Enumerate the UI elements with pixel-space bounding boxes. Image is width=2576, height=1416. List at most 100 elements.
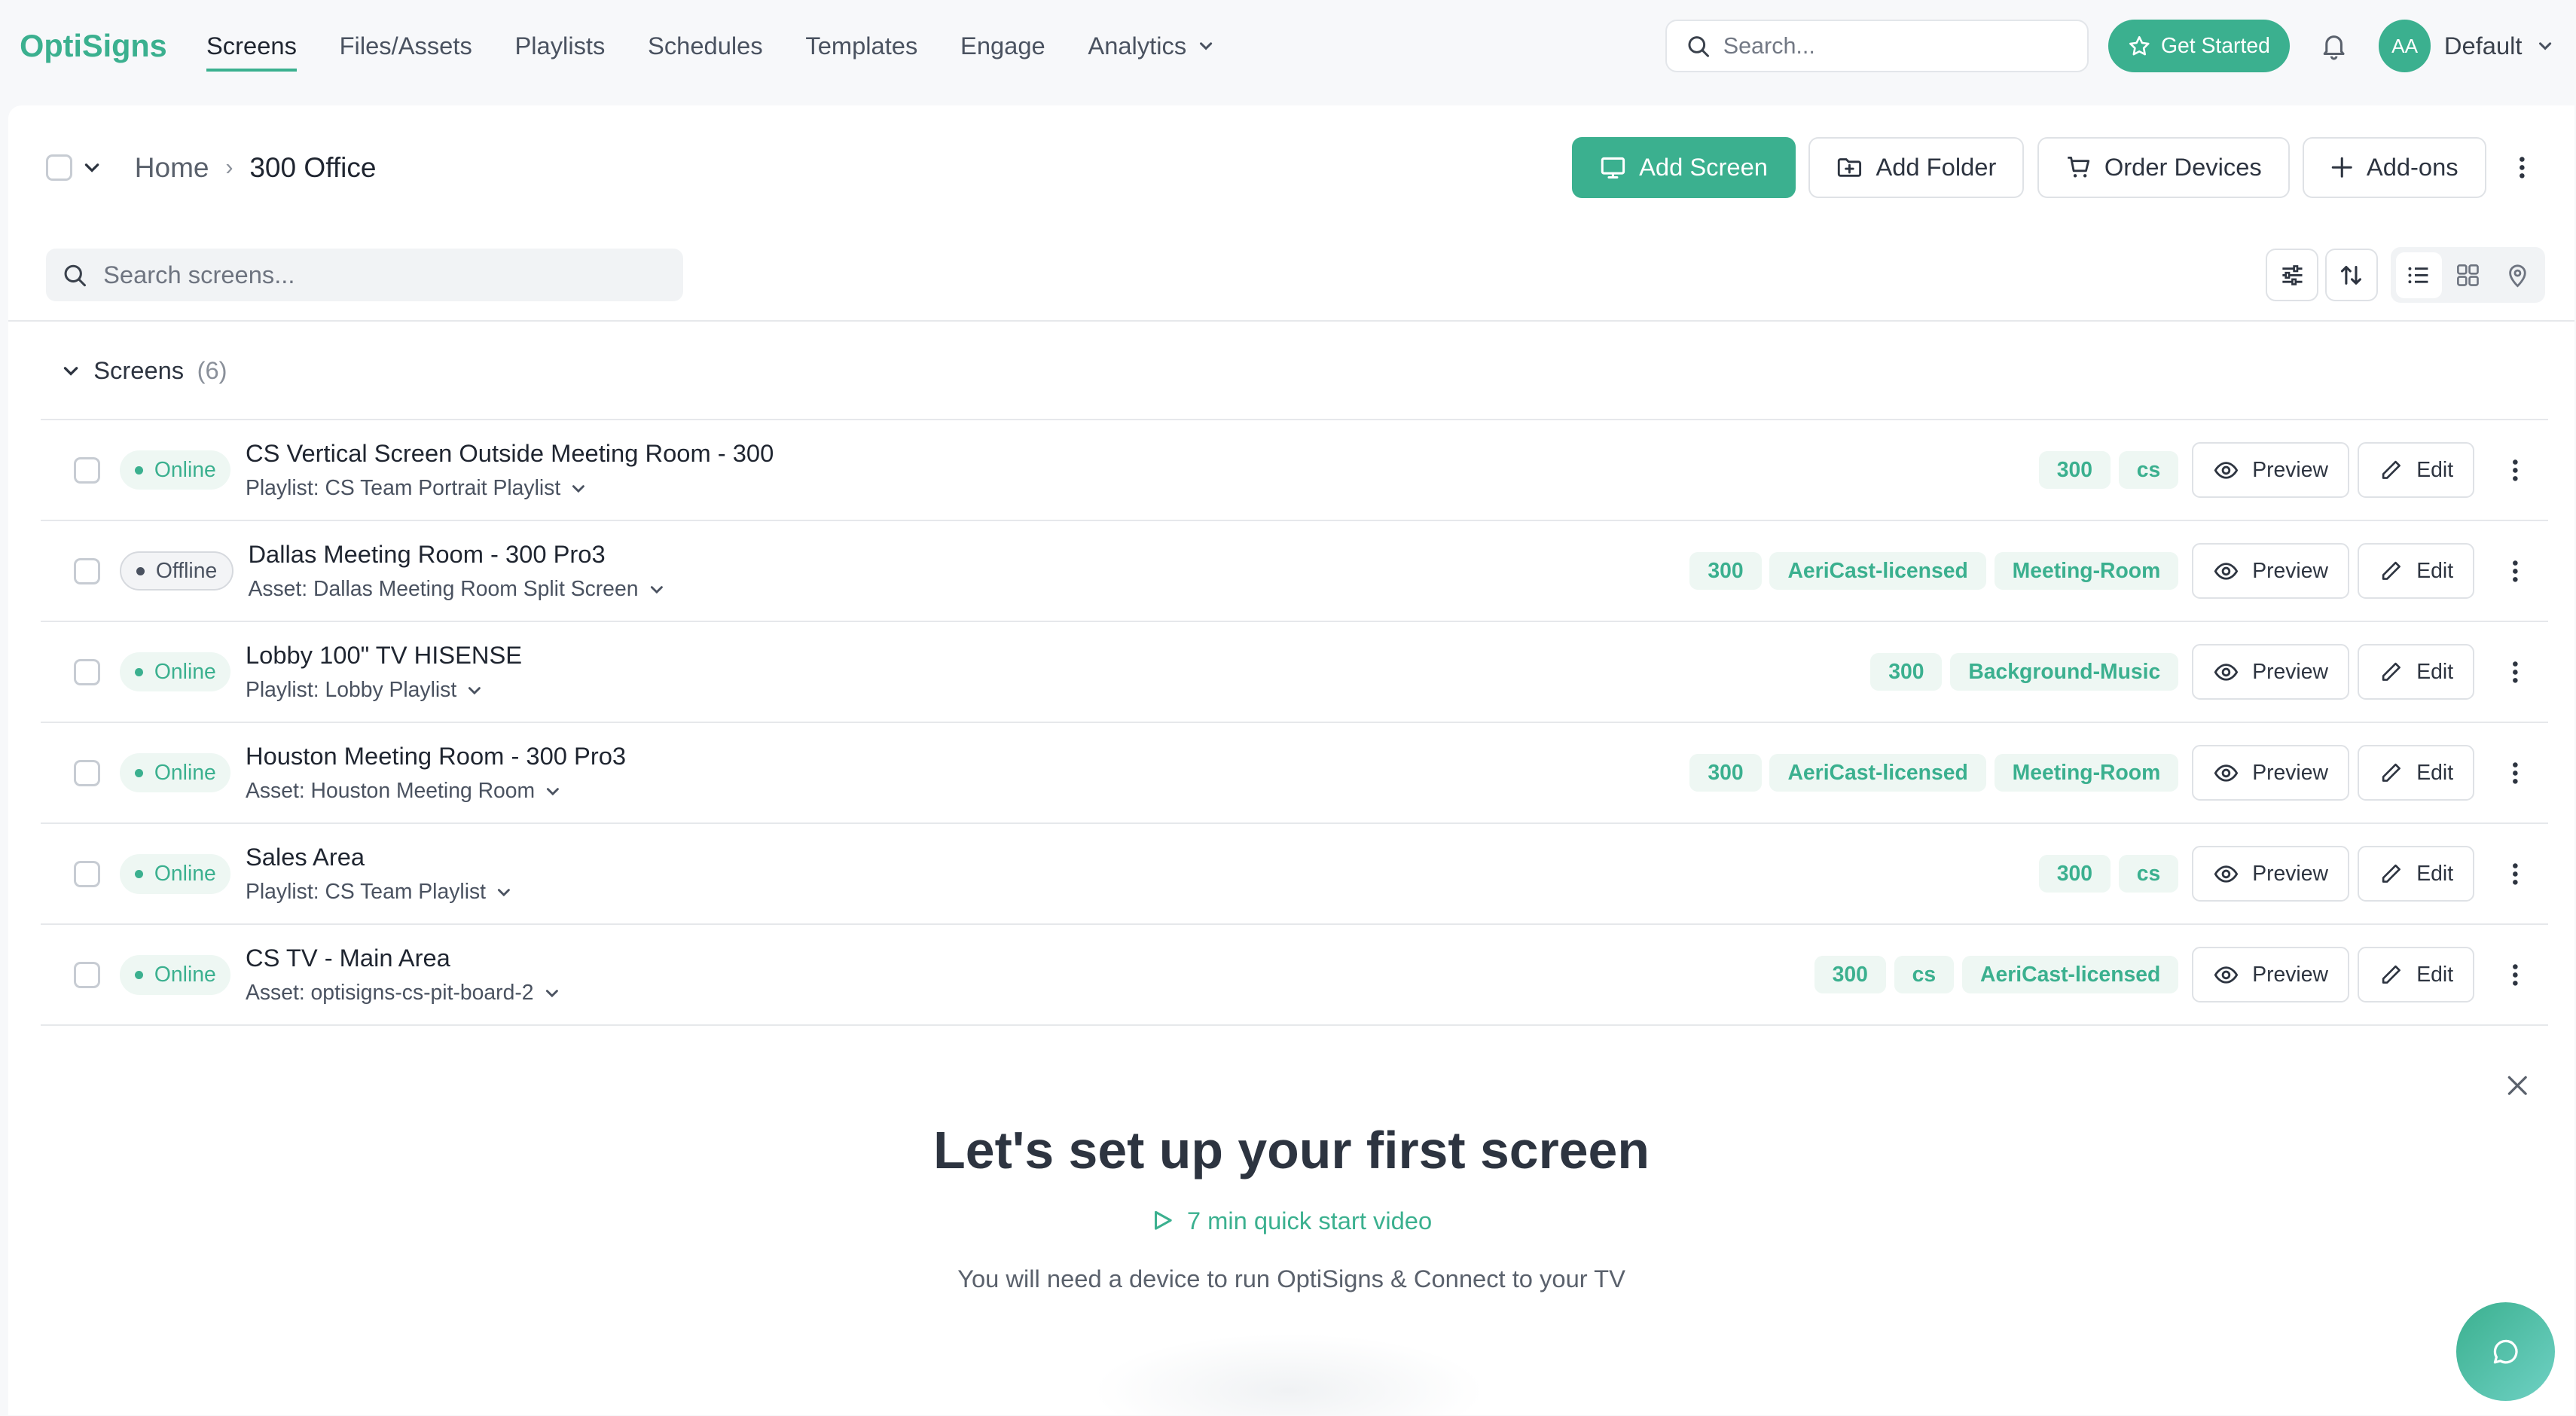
row-checkbox[interactable] (74, 658, 100, 685)
nav-analytics[interactable]: Analytics (1088, 32, 1216, 60)
row-checkbox[interactable] (74, 759, 100, 786)
edit-button[interactable]: Edit (2358, 745, 2475, 801)
screen-row[interactable]: Online CS TV - Main Area Asset: optisign… (41, 925, 2549, 1027)
screen-name[interactable]: Dallas Meeting Room - 300 Pro3 (248, 540, 664, 569)
row-more-button[interactable] (2483, 558, 2548, 584)
screen-tag[interactable]: AeriCast-licensed (1769, 552, 1986, 591)
screen-name[interactable]: Sales Area (246, 843, 512, 871)
chevron-down-icon (572, 484, 585, 493)
global-search[interactable] (1665, 20, 2089, 72)
screen-content-selector[interactable]: Playlist: CS Team Portrait Playlist (246, 476, 774, 501)
row-checkbox[interactable] (74, 860, 100, 887)
screen-tags: 300 AeriCast-licensed Meeting-Room (1689, 552, 2179, 591)
pencil-icon (2382, 460, 2401, 479)
screen-content-selector[interactable]: Playlist: Lobby Playlist (246, 678, 522, 703)
quick-start-video-link[interactable]: 7 min quick start video (8, 1207, 2574, 1235)
screen-tag[interactable]: Meeting-Room (1994, 552, 2179, 591)
row-checkbox[interactable] (74, 557, 100, 584)
status-label: Online (154, 861, 216, 886)
nav-label: Schedules (648, 32, 763, 60)
screen-tag[interactable]: Meeting-Room (1994, 754, 2179, 792)
preview-button[interactable]: Preview (2191, 442, 2350, 499)
screen-tag[interactable]: cs (1894, 956, 1955, 994)
more-vertical-icon (2513, 964, 2519, 986)
add-ons-button[interactable]: Add-ons (2303, 137, 2486, 198)
row-more-button[interactable] (2483, 861, 2548, 887)
filter-button[interactable] (2266, 249, 2319, 302)
row-more-button[interactable] (2483, 457, 2548, 484)
row-more-button[interactable] (2483, 760, 2548, 786)
screen-tag[interactable]: 300 (1814, 956, 1886, 994)
preview-button[interactable]: Preview (2191, 745, 2350, 801)
preview-button[interactable]: Preview (2191, 846, 2350, 902)
edit-button[interactable]: Edit (2358, 442, 2475, 499)
screen-name[interactable]: CS TV - Main Area (246, 944, 560, 972)
map-view-button[interactable] (2494, 252, 2540, 298)
screen-content-selector[interactable]: Asset: Dallas Meeting Room Split Screen (248, 577, 664, 602)
row-checkbox[interactable] (74, 961, 100, 988)
preview-label: Preview (2252, 760, 2328, 785)
edit-button[interactable]: Edit (2358, 947, 2475, 1003)
screen-name[interactable]: Houston Meeting Room - 300 Pro3 (246, 742, 626, 771)
nav-engage[interactable]: Engage (960, 32, 1045, 60)
screen-tag[interactable]: 300 (2038, 451, 2111, 490)
logo[interactable]: OptiSigns (20, 29, 167, 64)
screen-name[interactable]: CS Vertical Screen Outside Meeting Room … (246, 439, 774, 468)
account-menu[interactable]: AA Default (2378, 20, 2555, 72)
screen-content-selector[interactable]: Asset: Houston Meeting Room (246, 779, 626, 804)
screen-tag[interactable]: 300 (2038, 855, 2111, 893)
add-screen-button[interactable]: Add Screen (1571, 137, 1796, 198)
add-folder-button[interactable]: Add Folder (1808, 137, 2025, 198)
screen-row[interactable]: Online Lobby 100" TV HISENSE Playlist: L… (41, 622, 2549, 724)
screen-tag[interactable]: cs (2118, 451, 2179, 490)
global-search-input[interactable] (1723, 32, 2068, 60)
chat-icon (2493, 1339, 2518, 1363)
screen-row[interactable]: Offline Dallas Meeting Room - 300 Pro3 A… (41, 521, 2549, 623)
screen-tag[interactable]: AeriCast-licensed (1962, 956, 2179, 994)
screen-tag[interactable]: 300 (1689, 552, 1762, 591)
select-all-checkbox[interactable] (46, 154, 72, 181)
row-more-button[interactable] (2483, 962, 2548, 988)
screen-row[interactable]: Online Houston Meeting Room - 300 Pro3 A… (41, 723, 2549, 825)
breadcrumb-home[interactable]: Home (135, 151, 209, 184)
edit-button[interactable]: Edit (2358, 543, 2475, 600)
screen-row[interactable]: Online Sales Area Playlist: CS Team Play… (41, 824, 2549, 926)
get-started-button[interactable]: Get Started (2108, 20, 2291, 72)
screen-content-selector[interactable]: Playlist: CS Team Playlist (246, 880, 512, 905)
status-badge: Online (120, 753, 231, 793)
chevron-down-icon[interactable] (82, 157, 102, 177)
more-actions-button[interactable] (2499, 154, 2545, 181)
list-icon (2408, 267, 2428, 283)
screen-tag[interactable]: cs (2118, 855, 2179, 893)
notifications-button[interactable] (2309, 21, 2358, 70)
nav-schedules[interactable]: Schedules (648, 32, 763, 60)
edit-button[interactable]: Edit (2358, 644, 2475, 700)
sort-button[interactable] (2324, 249, 2378, 302)
screen-row[interactable]: Online CS Vertical Screen Outside Meetin… (41, 420, 2549, 522)
list-view-button[interactable] (2395, 252, 2442, 298)
screen-tag[interactable]: Background-Music (1950, 653, 2179, 691)
preview-button[interactable]: Preview (2191, 644, 2350, 700)
screen-content-selector[interactable]: Asset: optisigns-cs-pit-board-2 (246, 981, 560, 1006)
screen-tag[interactable]: 300 (1689, 754, 1762, 792)
screen-tag[interactable]: 300 (1870, 653, 1943, 691)
screen-name[interactable]: Lobby 100" TV HISENSE (246, 641, 522, 670)
screen-search[interactable] (46, 249, 683, 302)
chat-button[interactable] (2456, 1302, 2556, 1401)
grid-view-button[interactable] (2445, 252, 2491, 298)
preview-button[interactable]: Preview (2191, 543, 2350, 600)
nav-templates[interactable]: Templates (805, 32, 917, 60)
nav-playlists[interactable]: Playlists (514, 32, 605, 60)
row-checkbox[interactable] (74, 456, 100, 484)
screen-tag[interactable]: AeriCast-licensed (1769, 754, 1986, 792)
close-setup-button[interactable] (2506, 1074, 2529, 1104)
edit-button[interactable]: Edit (2358, 846, 2475, 902)
screen-search-input[interactable] (103, 261, 667, 290)
nav-files-assets[interactable]: Files/Assets (340, 32, 472, 60)
preview-button[interactable]: Preview (2191, 947, 2350, 1003)
nav-screens[interactable]: Screens (206, 32, 297, 73)
panel-toolbar: Home › 300 Office Add Screen Add Folder … (8, 105, 2574, 230)
order-devices-button[interactable]: Order Devices (2037, 137, 2290, 198)
screens-section-header[interactable]: Screens (6) (41, 322, 2549, 421)
row-more-button[interactable] (2483, 659, 2548, 685)
